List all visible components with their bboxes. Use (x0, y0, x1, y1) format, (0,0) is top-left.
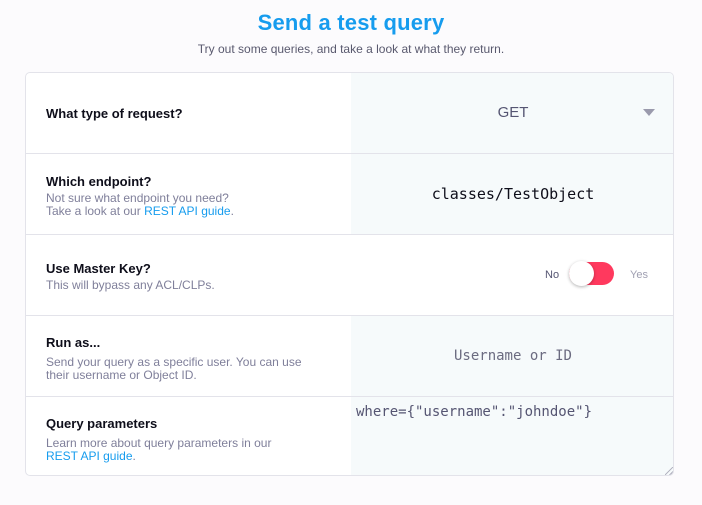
request-type-label: What type of request? (46, 106, 183, 121)
chevron-down-icon (643, 109, 655, 116)
resize-grip-icon[interactable] (665, 467, 673, 475)
endpoint-desc-prefix: Take a look at our (46, 204, 145, 218)
toggle-off-label: No (545, 269, 560, 281)
query-params-desc-suffix: . (132, 449, 136, 463)
request-type-select[interactable]: GET (351, 73, 673, 153)
run-as-desc-line2: their username or Object ID. (46, 368, 197, 382)
endpoint-desc-line1: Not sure what endpoint you need? (46, 191, 229, 205)
endpoint-desc-suffix: . (230, 204, 234, 218)
master-key-row: Use Master Key? This will bypass any ACL… (26, 235, 673, 316)
rest-api-guide-link-2[interactable]: REST API guide (46, 449, 133, 463)
run-as-description: Send your query as a specific user. You … (46, 356, 336, 382)
run-as-input[interactable]: Username or ID (351, 316, 673, 396)
query-params-value: where={"username":"johndoe"} (356, 404, 593, 420)
run-as-placeholder: Username or ID (453, 348, 572, 364)
run-as-label: Run as... (46, 335, 101, 350)
run-as-desc-line1: Send your query as a specific user. You … (46, 355, 302, 369)
query-params-row: Query parameters Learn more about query … (26, 397, 673, 475)
request-type-row: What type of request? GET (26, 73, 673, 154)
endpoint-row: Which endpoint? Not sure what endpoint y… (26, 154, 673, 235)
master-key-toggle[interactable] (569, 261, 614, 286)
rest-api-guide-link[interactable]: REST API guide (144, 204, 231, 218)
toggle-knob (569, 261, 594, 286)
query-form-card: What type of request? GET Which endpoint… (25, 72, 674, 476)
query-params-textarea[interactable]: where={"username":"johndoe"} (351, 397, 673, 475)
master-key-description: This will bypass any ACL/CLPs. (46, 278, 215, 292)
query-params-desc-line1: Learn more about query parameters in our (46, 436, 272, 450)
endpoint-value: classes/TestObject (431, 185, 595, 203)
endpoint-input[interactable]: classes/TestObject (351, 154, 673, 234)
toggle-on-label: Yes (630, 269, 648, 281)
page-title: Send a test query (257, 10, 445, 35)
master-key-label: Use Master Key? (46, 261, 151, 276)
run-as-row: Run as... Send your query as a specific … (26, 316, 673, 397)
endpoint-label: Which endpoint? (46, 174, 152, 189)
query-params-label: Query parameters (46, 416, 158, 431)
page-subtitle: Try out some queries, and take a look at… (197, 42, 505, 56)
query-params-description: Learn more about query parameters in our… (46, 437, 336, 463)
endpoint-description: Not sure what endpoint you need? Take a … (46, 192, 336, 218)
request-type-value: GET (497, 104, 529, 121)
